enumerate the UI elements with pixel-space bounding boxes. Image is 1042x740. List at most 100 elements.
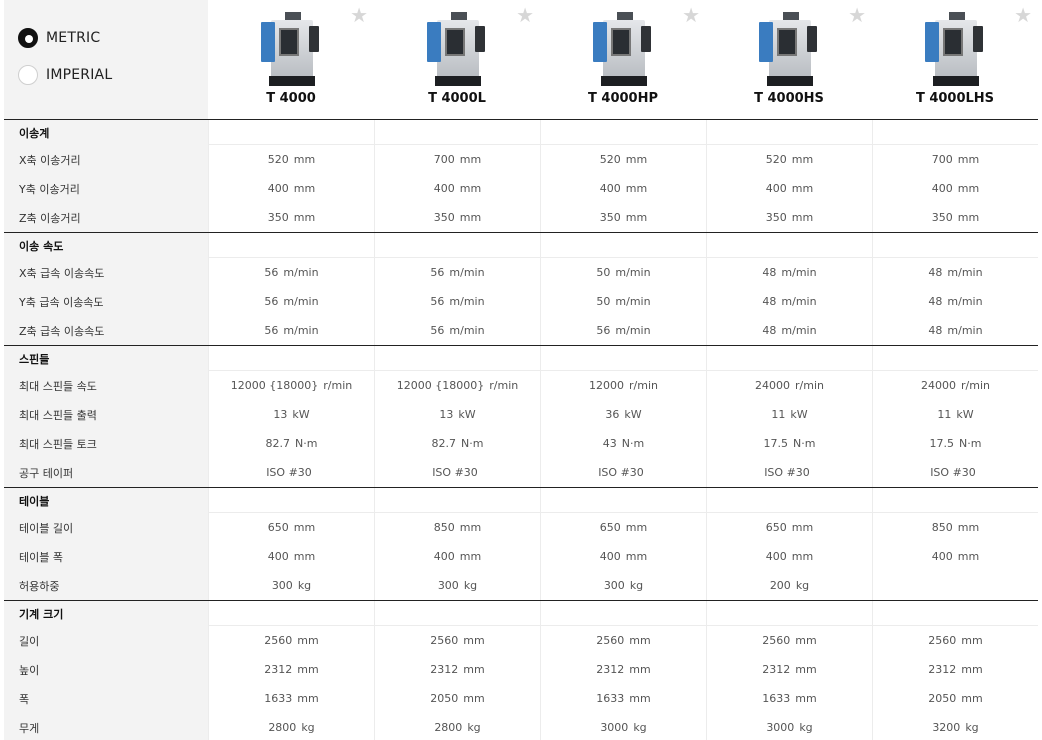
section-empty-cell: [374, 233, 540, 258]
spec-value-cell: 1633 mm: [540, 684, 706, 713]
radio-selected-icon[interactable]: [18, 28, 38, 48]
spec-unit: mm: [795, 692, 817, 705]
spec-value: 520: [267, 153, 289, 166]
section-empty-cell: [706, 601, 872, 626]
spec-unit: mm: [293, 550, 316, 563]
spec-value: 50: [596, 266, 611, 279]
spec-value: 56: [430, 324, 445, 337]
spec-row: Y축 급속 이송속도 56 m/min 56 m/min 50 m/min 48 m/min 48…: [4, 287, 1038, 316]
spec-unit: mm: [957, 182, 980, 195]
spec-value: 48: [928, 295, 943, 308]
spec-value-cell: 3000 kg: [540, 713, 706, 740]
spec-value-cell: 48 m/min: [706, 287, 872, 316]
spec-value-cell: 350 mm: [374, 203, 540, 232]
spec-unit: mm: [463, 692, 485, 705]
spec-unit: mm: [625, 521, 648, 534]
spec-unit: r/min: [323, 379, 353, 392]
star-icon[interactable]: ★: [682, 5, 700, 25]
spec-value-cell: 850 mm: [872, 513, 1038, 542]
spec-value: 350: [599, 211, 621, 224]
spec-value: 13: [439, 408, 454, 421]
spec-unit: m/min: [615, 266, 651, 279]
section-empty-cell: [208, 601, 374, 626]
spec-value-cell: 700 mm: [374, 145, 540, 174]
spec-row: X축 급속 이송속도 56 m/min 56 m/min 50 m/min 48 m/min 48…: [4, 258, 1038, 287]
spec-value: 17.5: [763, 437, 789, 450]
spec-unit: r/min: [629, 379, 658, 392]
star-icon[interactable]: ★: [516, 5, 534, 25]
spec-unit: N·m: [793, 437, 816, 450]
spec-unit: r/min: [489, 379, 519, 392]
spec-row: 길이 2560 mm 2560 mm 2560 mm 2560 mm 2560 mm: [4, 626, 1038, 655]
unit-option-metric[interactable]: METRIC: [18, 26, 112, 50]
section-empty-cell: [208, 488, 374, 513]
spec-value-cell: 650 mm: [208, 513, 374, 542]
spec-unit: m/min: [283, 324, 319, 337]
spec-unit: mm: [791, 153, 814, 166]
spec-unit: mm: [463, 663, 485, 676]
spec-value: ISO #30: [266, 466, 312, 479]
section-empty-cell: [208, 346, 374, 371]
unit-option-imperial[interactable]: IMPERIAL: [18, 63, 112, 87]
spec-value-cell: 350 mm: [872, 203, 1038, 232]
spec-value: 2800: [434, 721, 463, 734]
spec-value-cell: 11 kW: [872, 400, 1038, 429]
product-column-header: ★ T 4000: [208, 0, 374, 119]
spec-value: 36: [605, 408, 620, 421]
spec-row: 테이블 폭 400 mm 400 mm 400 mm 400 mm 400 mm: [4, 542, 1038, 571]
spec-value: 48: [928, 266, 943, 279]
spec-value: 650: [765, 521, 787, 534]
product-name: T 4000L: [428, 91, 486, 106]
star-icon[interactable]: ★: [1014, 5, 1032, 25]
section-empty-cell: [872, 233, 1038, 258]
spec-value: 400: [931, 550, 953, 563]
spec-unit: m/min: [615, 324, 651, 337]
spec-label: 테이블 길이: [19, 521, 74, 535]
spec-value: 2560: [596, 634, 625, 647]
star-icon[interactable]: ★: [350, 5, 368, 25]
spec-value-cell: 400 mm: [208, 542, 374, 571]
spec-unit: mm: [459, 182, 482, 195]
spec-value-cell: 200 kg: [706, 571, 872, 600]
spec-unit: m/min: [283, 266, 319, 279]
spec-value: 43: [602, 437, 617, 450]
spec-value-cell: 3000 kg: [706, 713, 872, 740]
star-icon[interactable]: ★: [848, 5, 866, 25]
spec-row: 폭 1633 mm 2050 mm 1633 mm 1633 mm 2050 mm: [4, 684, 1038, 713]
spec-value: 82.7: [265, 437, 291, 450]
spec-row: 공구 테이퍼 ISO #30 ISO #30 ISO #30 ISO #30 ISO #3…: [4, 458, 1038, 487]
radio-unselected-icon[interactable]: [18, 65, 38, 85]
spec-value: 300: [437, 579, 459, 592]
spec-unit: kg: [795, 579, 810, 592]
section-empty-cell: [706, 346, 872, 371]
spec-unit: mm: [791, 521, 814, 534]
spec-value: 48: [762, 324, 777, 337]
spec-label: 폭: [19, 692, 30, 706]
spec-value-cell: 56 m/min: [374, 316, 540, 345]
spec-value: 1633: [762, 692, 791, 705]
section-header-row: 기계 크기: [4, 600, 1038, 626]
spec-row: 최대 스핀들 토크 82.7 N·m 82.7 N·m 43 N·m 17.5 N·m 17.5 N…: [4, 429, 1038, 458]
spec-unit: m/min: [449, 266, 485, 279]
section-title: 이송 속도: [19, 239, 64, 253]
spec-unit: mm: [961, 634, 983, 647]
spec-value-cell: ISO #30: [872, 458, 1038, 487]
spec-value: 82.7: [431, 437, 457, 450]
unit-toggle: METRIC IMPERIAL: [18, 26, 112, 100]
section-empty-cell: [872, 120, 1038, 145]
spec-value-cell: 48 m/min: [706, 316, 872, 345]
spec-value: 850: [931, 521, 953, 534]
spec-value-cell: 520 mm: [540, 145, 706, 174]
spec-value-cell: 2800 kg: [374, 713, 540, 740]
spec-unit: kg: [467, 721, 481, 734]
spec-value-cell: 300 kg: [374, 571, 540, 600]
spec-value-cell: 2050 mm: [872, 684, 1038, 713]
spec-value-cell: 56 m/min: [208, 316, 374, 345]
section-empty-cell: [374, 488, 540, 513]
spec-value-cell: 48 m/min: [706, 258, 872, 287]
spec-unit: r/min: [795, 379, 824, 392]
spec-unit: kg: [799, 721, 813, 734]
spec-value-cell: 48 m/min: [872, 258, 1038, 287]
spec-value-cell: 12000 {18000} r/min: [208, 371, 374, 400]
spec-unit: mm: [957, 211, 980, 224]
